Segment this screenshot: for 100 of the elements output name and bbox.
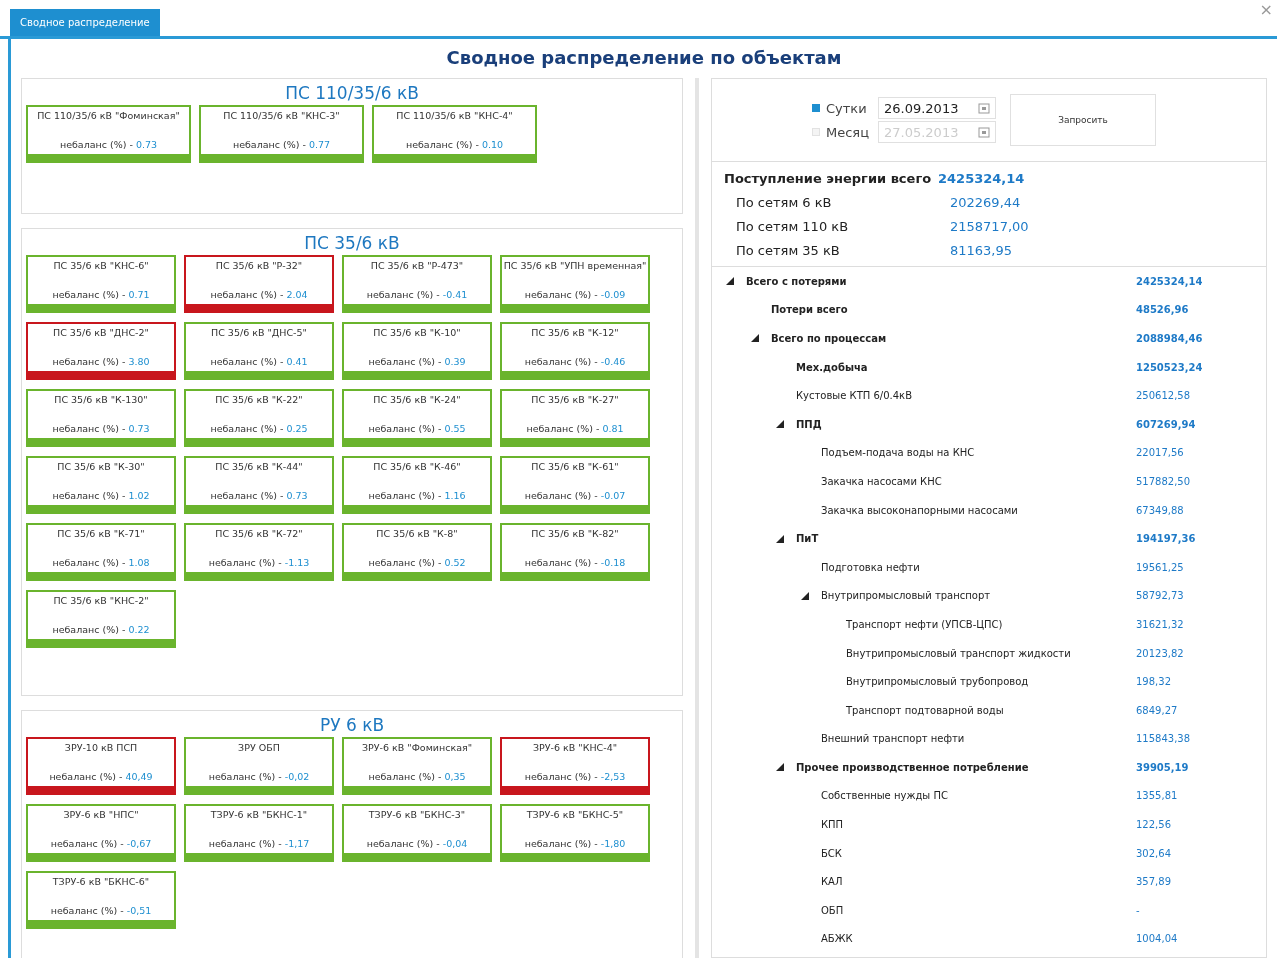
calendar-icon[interactable] [978, 102, 990, 114]
summary-label: Поступление энергии всего [724, 170, 933, 186]
card-imbalance: небаланс (%) - 0,35 [368, 771, 466, 782]
object-card[interactable]: ПС 35/6 кВ "Р-32" небаланс (%) - 2.04 [184, 255, 334, 313]
tree-label[interactable]: Подъем-подача воды на КНС [821, 447, 975, 459]
tree-label[interactable]: Транспорт нефти (УПСВ-ЦПС) [846, 618, 1003, 630]
tree-label[interactable]: Внутрипромысловый транспорт [821, 590, 991, 602]
object-card[interactable]: ПС 35/6 кВ "К-24" небаланс (%) - 0.55 [342, 389, 492, 447]
summary-label: По сетям 6 кВ [735, 194, 833, 210]
window-tab[interactable]: Сводное распределение [10, 9, 160, 36]
object-card[interactable]: ПС 35/6 кВ "КНС-2" небаланс (%) - 0.22 [26, 590, 176, 648]
object-card[interactable]: ЗРУ-6 кВ "НПС" небаланс (%) - -0,67 [26, 804, 176, 862]
tree-label[interactable]: Всего с потерями [746, 275, 847, 287]
card-title: ПС 35/6 кВ "К-44" [215, 461, 303, 472]
tree-value: 22017,56 [1136, 447, 1184, 459]
card-title: ТЗРУ-6 кВ "БКНС-5" [526, 809, 624, 820]
object-card[interactable]: ПС 35/6 кВ "К-71" небаланс (%) - 1.08 [26, 523, 176, 581]
date-field[interactable]: 26.09.2013 [878, 97, 996, 119]
object-card[interactable]: ЗРУ-6 кВ "Фоминская" небаланс (%) - 0,35 [342, 737, 492, 795]
object-card[interactable]: ЗРУ-6 кВ "КНС-4" небаланс (%) - -2,53 [500, 737, 650, 795]
tree-label[interactable]: Мех.добыча [796, 361, 868, 373]
tree-value: 19561,25 [1136, 561, 1184, 573]
card-imbalance: небаланс (%) - 0.71 [52, 289, 150, 300]
tree-label[interactable]: Закачка насосами КНС [821, 475, 942, 487]
object-card[interactable]: ПС 35/6 кВ "К-46" небаланс (%) - 1.16 [342, 456, 492, 514]
request-button[interactable]: Запросить [1010, 94, 1156, 146]
tree-label[interactable]: КПП [821, 819, 844, 831]
object-card[interactable]: ПС 35/6 кВ "ДНС-2" небаланс (%) - 3.80 [26, 322, 176, 380]
tree-value: 67349,88 [1136, 504, 1184, 516]
object-card[interactable]: ТЗРУ-6 кВ "БКНС-5" небаланс (%) - -1,80 [500, 804, 650, 862]
expanded-arrow-icon[interactable] [776, 420, 784, 429]
expanded-arrow-icon[interactable] [801, 591, 809, 600]
object-card[interactable]: ЗРУ-10 кВ ПСП небаланс (%) - 40,49 [26, 737, 176, 795]
object-card[interactable]: ПС 110/35/6 кВ "Фоминская" небаланс (%) - 0.73 [26, 105, 191, 163]
card-imbalance: небаланс (%) - 0.77 [232, 139, 331, 150]
tree-label[interactable]: Внутрипромысловый трубопровод [846, 676, 1029, 688]
card-title: ЗРУ ОБП [238, 742, 280, 753]
object-card[interactable]: ПС 35/6 кВ "К-10" небаланс (%) - 0.39 [342, 322, 492, 380]
tree-value: 357,89 [1136, 876, 1171, 888]
summary-label: По сетям 35 кВ [735, 242, 841, 258]
tree-label[interactable]: Внешний транспорт нефти [821, 733, 965, 745]
tree-label[interactable]: АБЖК [821, 933, 853, 945]
tree-label[interactable]: ППД [796, 418, 822, 430]
card-imbalance: небаланс (%) - 2.04 [210, 289, 308, 300]
card-title: ПС 35/6 кВ "КНС-6" [53, 260, 149, 271]
object-card[interactable]: ПС 35/6 кВ "К-61" небаланс (%) - -0.07 [500, 456, 650, 514]
object-card[interactable]: ПС 35/6 кВ "К-30" небаланс (%) - 1.02 [26, 456, 176, 514]
summary-value: 202269,44 [950, 194, 1021, 210]
tree-label[interactable]: Всего по процессам [771, 333, 887, 344]
object-card[interactable]: ТЗРУ-6 кВ "БКНС-6" небаланс (%) - -0,51 [26, 871, 176, 929]
expanded-arrow-icon[interactable] [726, 277, 734, 286]
tree-label[interactable]: Прочее производственное потребление [796, 761, 1029, 773]
object-card[interactable]: ПС 35/6 кВ "КНС-6" небаланс (%) - 0.71 [26, 255, 176, 313]
object-card[interactable]: ПС 35/6 кВ "К-44" небаланс (%) - 0.73 [184, 456, 334, 514]
object-card[interactable]: ПС 35/6 кВ "К-130" небаланс (%) - 0.73 [26, 389, 176, 447]
card-imbalance: небаланс (%) - -0.09 [524, 289, 626, 300]
tree-label[interactable]: Потери всего [771, 304, 848, 316]
tree-label[interactable]: БСК [821, 847, 842, 859]
object-card[interactable]: ЗРУ ОБП небаланс (%) - -0,02 [184, 737, 334, 795]
page-title: Сводное распределение по объектам [445, 46, 843, 70]
radio-button[interactable] [812, 104, 820, 112]
object-card[interactable]: ПС 35/6 кВ "ДНС-5" небаланс (%) - 0.41 [184, 322, 334, 380]
card-imbalance: небаланс (%) - -0.41 [366, 289, 468, 300]
object-card[interactable]: ПС 35/6 кВ "К-12" небаланс (%) - -0.46 [500, 322, 650, 380]
tree-label[interactable]: КАЛ [821, 876, 843, 888]
object-card[interactable]: ПС 35/6 кВ "К-22" небаланс (%) - 0.25 [184, 389, 334, 447]
object-card[interactable]: ПС 35/6 кВ "К-82" небаланс (%) - -0.18 [500, 523, 650, 581]
card-imbalance: небаланс (%) - 0.10 [405, 139, 504, 150]
card-imbalance: небаланс (%) - 0.73 [59, 139, 158, 150]
object-card[interactable]: ПС 35/6 кВ "К-8" небаланс (%) - 0.52 [342, 523, 492, 581]
object-card[interactable]: ПС 35/6 кВ "УПН временная" небаланс (%) - -0.09 [500, 255, 650, 313]
object-card[interactable]: ПС 35/6 кВ "К-27" небаланс (%) - 0.81 [500, 389, 650, 447]
card-title: ПС 110/35/6 кВ "КНС-4" [396, 110, 513, 121]
card-title: ЗРУ-6 кВ "Фоминская" [361, 742, 473, 753]
card-title: ПС 35/6 кВ "К-46" [373, 461, 461, 472]
tree-label[interactable]: Подготовка нефти [821, 561, 920, 573]
tree-label[interactable]: Внутрипромысловый транспорт жидкости [846, 647, 1071, 659]
tree-value: 20123,82 [1136, 647, 1184, 659]
expanded-arrow-icon[interactable] [776, 534, 784, 543]
object-card[interactable]: ТЗРУ-6 кВ "БКНС-3" небаланс (%) - -0,04 [342, 804, 492, 862]
expanded-arrow-icon[interactable] [776, 763, 784, 772]
tree-label[interactable]: Кустовые КТП 6/0.4кВ [796, 390, 913, 402]
card-imbalance: небаланс (%) - 1.08 [52, 557, 150, 568]
expanded-arrow-icon[interactable] [751, 334, 759, 343]
object-card[interactable]: ПС 110/35/6 кВ "КНС-3" небаланс (%) - 0.77 [199, 105, 364, 163]
tree-label[interactable]: Собственные нужды ПС [821, 790, 948, 802]
object-card[interactable]: ПС 35/6 кВ "К-72" небаланс (%) - -1.13 [184, 523, 334, 581]
object-card[interactable]: ТЗРУ-6 кВ "БКНС-1" небаланс (%) - -1,17 [184, 804, 334, 862]
object-card[interactable]: ПС 35/6 кВ "Р-473" небаланс (%) - -0.41 [342, 255, 492, 313]
tree-label[interactable]: ОБП [821, 904, 844, 916]
card-title: ПС 35/6 кВ "Р-32" [215, 260, 303, 271]
card-imbalance: небаланс (%) - 40,49 [49, 771, 153, 782]
tree-label[interactable]: Транспорт подтоварной воды [846, 704, 1004, 716]
group-title: ПС 110/35/6 кВ [284, 83, 420, 103]
tree-label[interactable]: ПиТ [796, 533, 819, 545]
card-title: ПС 110/35/6 кВ "КНС-3" [223, 110, 340, 121]
tree-value: 607269,94 [1136, 418, 1196, 430]
object-card[interactable]: ПС 110/35/6 кВ "КНС-4" небаланс (%) - 0.10 [372, 105, 537, 163]
tree-label[interactable]: Закачка высоконапорными насосами [821, 504, 1018, 516]
card-imbalance: небаланс (%) - -0,04 [366, 838, 468, 849]
